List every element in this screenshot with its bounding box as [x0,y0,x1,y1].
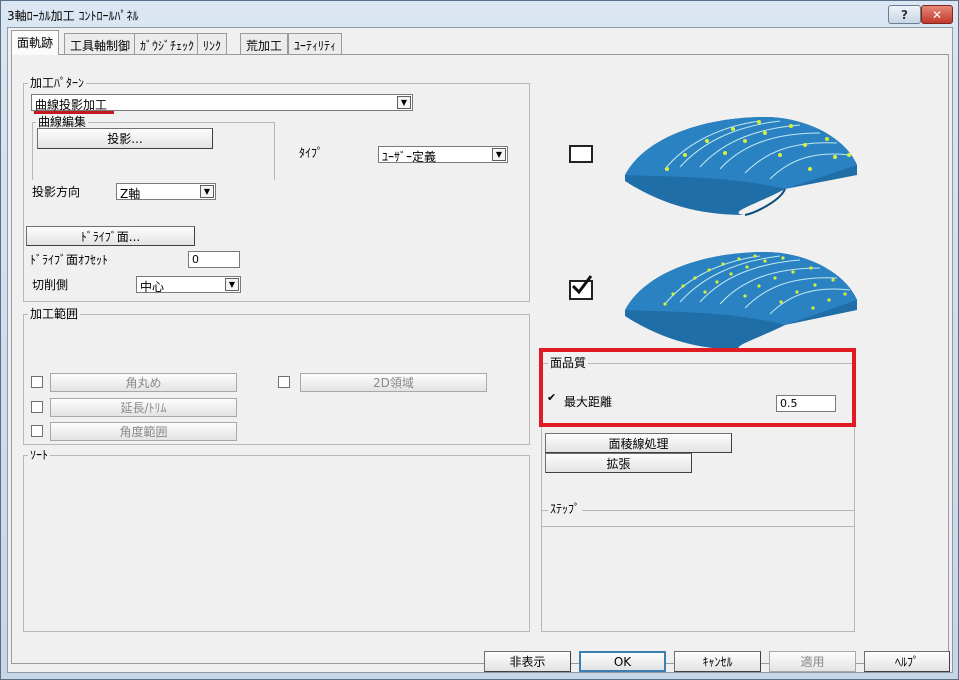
cut-side-label: 切削側 [32,278,69,292]
cancel-button[interactable]: ｷｬﾝｾﾙ [674,651,761,672]
offset-label: ﾄﾞﾗｲﾌﾞ面ｵﾌｾｯﾄ [30,253,109,267]
range-group-label: 加工範囲 [28,307,81,321]
pattern-select[interactable]: 曲線投影加工 ▼ [31,94,413,112]
checkmark-icon [571,275,593,295]
direction-select-value: Z軸 [120,187,141,201]
highlight-box [539,348,856,427]
close-icon: ✕ [931,7,943,22]
preview-bottom-checkbox[interactable] [569,275,593,300]
tab-link[interactable]: ﾘﾝｸ [197,33,228,54]
ok-button[interactable]: OK [579,651,666,672]
apply-button[interactable]: 適用 [769,651,856,672]
question-icon: ? [901,7,908,22]
help-title-button[interactable]: ? [888,5,921,24]
sort-group [23,455,530,632]
type-select-value: ﾕｰｻﾞｰ定義 [382,150,437,164]
angle-range-button[interactable]: 角度範囲 [50,422,237,441]
chevron-down-icon[interactable]: ▼ [492,148,506,161]
window-title: 3軸ﾛｰｶﾙ加工 ｺﾝﾄﾛｰﾙﾊﾟﾈﾙ [7,9,139,23]
close-button[interactable]: ✕ [921,5,953,24]
cut-side-select[interactable]: 中心 ▼ [136,276,241,294]
offset-value: 0 [192,253,199,266]
extend-trim-button[interactable]: 延長/ﾄﾘﾑ [50,398,237,417]
title-bar[interactable]: 3軸ﾛｰｶﾙ加工 ｺﾝﾄﾛｰﾙﾊﾟﾈﾙ ? ✕ [1,1,958,27]
tab-gouge-check[interactable]: ｶﾞｳｼﾞﾁｪｯｸ [134,33,201,54]
preview-top-checkbox[interactable] [569,145,593,163]
region-2d-button[interactable]: 2D領域 [300,373,487,392]
type-label: ﾀｲﾌﾟ [299,146,324,160]
dialog-window: 3軸ﾛｰｶﾙ加工 ｺﾝﾄﾛｰﾙﾊﾟﾈﾙ ? ✕ 面軌跡 工具軸制御 ｶﾞｳｼﾞﾁ… [0,0,959,680]
ridge-processing-button[interactable]: 面稜線処理 [545,433,732,453]
pattern-group-label: 加工ﾊﾟﾀｰﾝ [28,76,87,90]
type-select[interactable]: ﾕｰｻﾞｰ定義 ▼ [378,146,508,164]
project-button[interactable]: 投影... [37,128,213,149]
direction-label: 投影方向 [32,185,81,199]
red-underline [34,111,114,114]
direction-select[interactable]: Z軸 ▼ [116,183,216,201]
chevron-down-icon[interactable]: ▼ [397,96,411,109]
drive-surface-button[interactable]: ﾄﾞﾗｲﾌﾞ面... [26,226,195,246]
step-group-label: ｽﾃｯﾌﾟ [548,502,583,516]
sort-group-label: ｿｰﾄ [28,448,51,462]
expand-button[interactable]: 拡張 [545,453,692,473]
client-area: 面軌跡 工具軸制御 ｶﾞｳｼﾞﾁｪｯｸ ﾘﾝｸ 荒加工 ﾕｰﾃｨﾘﾃｨ 加工ﾊﾟ… [7,27,953,673]
surface-preview-dense [625,252,857,350]
surface-preview-sparse [625,117,857,216]
corner-checkbox[interactable] [31,376,43,388]
corner-round-button[interactable]: 角丸め [50,373,237,392]
step-group [541,510,855,632]
region-checkbox[interactable] [278,376,290,388]
angle-checkbox[interactable] [31,425,43,437]
extend-checkbox[interactable] [31,401,43,413]
tab-roughing[interactable]: 荒加工 [240,33,289,54]
tab-utility[interactable]: ﾕｰﾃｨﾘﾃｨ [288,33,343,54]
help-button[interactable]: ﾍﾙﾌﾟ [864,651,950,672]
tab-surface-path[interactable]: 面軌跡 [11,30,60,55]
chevron-down-icon[interactable]: ▼ [225,278,239,291]
hide-button[interactable]: 非表示 [484,651,571,672]
pattern-group [23,83,530,302]
tab-tool-axis[interactable]: 工具軸制御 [64,33,137,54]
tab-panel: 加工ﾊﾟﾀｰﾝ 曲線投影加工 ▼ 曲線編集 投影... ﾀｲﾌﾟ ﾕｰｻﾞｰ定義… [11,54,949,664]
chevron-down-icon[interactable]: ▼ [200,185,214,198]
offset-input[interactable]: 0 [188,251,240,268]
cut-side-value: 中心 [140,280,165,294]
